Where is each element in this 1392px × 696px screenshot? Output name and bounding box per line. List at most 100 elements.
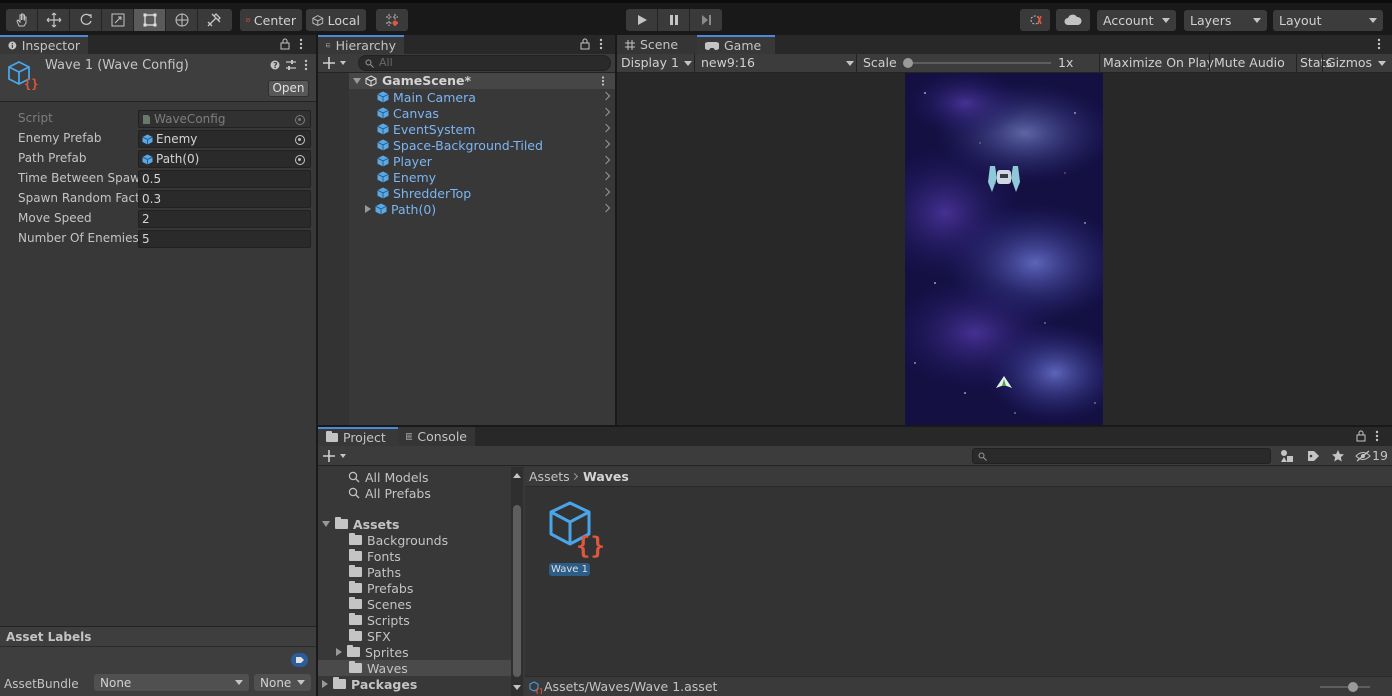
account-dropdown[interactable]: Account — [1097, 10, 1176, 31]
expand-arrow-icon[interactable] — [353, 78, 361, 84]
packages-root-folder[interactable]: Packages — [322, 676, 417, 692]
maximize-on-play-toggle[interactable]: Maximize On Play — [1103, 55, 1214, 70]
folder-paths[interactable]: Paths — [349, 564, 401, 580]
display-dropdown[interactable]: Display 1 — [617, 54, 695, 72]
chevron-right-icon[interactable] — [601, 155, 611, 165]
assetbundle-variant-dropdown[interactable]: None — [254, 674, 311, 691]
layers-dropdown[interactable]: Layers — [1184, 10, 1267, 31]
custom-tools-icon[interactable] — [198, 9, 230, 31]
scale-tool-icon[interactable] — [102, 9, 134, 31]
scroll-down-icon[interactable] — [513, 685, 521, 690]
breadcrumb-root[interactable]: Assets — [529, 469, 570, 484]
pivot-rotation-button[interactable]: Local — [306, 9, 366, 31]
kebab-menu-icon[interactable] — [1377, 38, 1381, 50]
gizmos-toggle[interactable]: Gizmos — [1326, 55, 1372, 70]
transform-tool-icon[interactable] — [166, 9, 198, 31]
favorite-star-icon[interactable] — [1331, 449, 1345, 463]
hierarchy-item-path[interactable]: Path(0) — [365, 201, 615, 217]
chevron-right-icon[interactable] — [601, 187, 611, 197]
presets-icon[interactable] — [285, 59, 297, 71]
object-picker-icon[interactable] — [295, 155, 305, 165]
lock-icon[interactable] — [1356, 430, 1366, 442]
expand-arrow-icon[interactable] — [336, 648, 342, 656]
asset-wave-1[interactable]: {} Wave 1 — [545, 500, 613, 576]
favorites-all-models[interactable]: All Models — [348, 469, 429, 485]
chevron-down-icon[interactable] — [1378, 61, 1386, 66]
hierarchy-item-shreddertop[interactable]: ShredderTop — [377, 185, 615, 201]
folder-backgrounds[interactable]: Backgrounds — [349, 532, 448, 548]
enemy-prefab-field[interactable]: Enemy — [138, 130, 311, 148]
aspect-dropdown[interactable]: new9:16 — [697, 54, 857, 72]
project-search-input[interactable] — [972, 448, 1271, 464]
tab-game[interactable]: Game — [697, 35, 775, 54]
chevron-right-icon[interactable] — [601, 107, 611, 117]
hierarchy-item-canvas[interactable]: Canvas — [377, 105, 615, 121]
create-asset-button[interactable] — [323, 449, 349, 463]
folder-prefabs[interactable]: Prefabs — [349, 580, 413, 596]
folder-sfx[interactable]: SFX — [349, 628, 391, 644]
expand-arrow-icon[interactable] — [322, 680, 328, 688]
chevron-right-icon[interactable] — [601, 171, 611, 181]
tab-inspector[interactable]: Inspector — [0, 35, 88, 54]
open-button[interactable]: Open — [268, 80, 309, 97]
folder-scenes[interactable]: Scenes — [349, 596, 412, 612]
kebab-menu-icon[interactable] — [299, 38, 303, 50]
chevron-right-icon[interactable] — [601, 139, 611, 149]
scrollbar-thumb[interactable] — [513, 505, 521, 677]
pivot-mode-button[interactable]: Center — [240, 9, 302, 31]
move-tool-icon[interactable] — [38, 9, 70, 31]
folder-scripts[interactable]: Scripts — [349, 612, 410, 628]
folder-sprites[interactable]: Sprites — [336, 644, 409, 660]
kebab-menu-icon[interactable] — [1375, 430, 1379, 442]
path-prefab-field[interactable]: Path(0) — [138, 150, 311, 168]
move-speed-field[interactable]: 2 — [138, 210, 311, 228]
collab-button[interactable] — [1020, 9, 1050, 31]
object-picker-icon[interactable] — [295, 135, 305, 145]
hand-tool-icon[interactable] — [6, 9, 38, 31]
spawn-random-factor-field[interactable]: 0.3 — [138, 190, 311, 208]
tab-console[interactable]: Console — [398, 427, 475, 446]
lock-icon[interactable] — [580, 38, 590, 50]
kebab-menu-icon[interactable] — [304, 59, 308, 71]
game-viewport[interactable] — [905, 73, 1103, 425]
scroll-up-icon[interactable] — [513, 473, 521, 478]
help-icon[interactable]: ? — [270, 60, 280, 70]
icon-size-slider-track[interactable] — [1320, 686, 1370, 688]
expand-arrow-icon[interactable] — [365, 205, 371, 213]
search-by-label-icon[interactable] — [1306, 449, 1320, 463]
add-object-button[interactable] — [323, 56, 349, 70]
scale-slider-thumb[interactable] — [903, 58, 913, 68]
cloud-button[interactable] — [1056, 9, 1090, 31]
scale-slider-track[interactable] — [907, 62, 1051, 64]
hierarchy-search-input[interactable]: All — [358, 55, 611, 71]
scene-header-row[interactable]: GameScene* — [349, 73, 615, 89]
search-by-type-icon[interactable] — [1280, 449, 1294, 463]
step-icon[interactable] — [690, 9, 722, 31]
hierarchy-item-space-background[interactable]: Space-Background-Tiled — [377, 137, 615, 153]
mute-audio-toggle[interactable]: Mute Audio — [1214, 55, 1285, 70]
icon-size-slider-thumb[interactable] — [1348, 682, 1358, 692]
hierarchy-item-eventsystem[interactable]: EventSystem — [377, 121, 615, 137]
hidden-packages-icon[interactable] — [1355, 450, 1371, 462]
tab-project[interactable]: Project — [318, 427, 398, 446]
chevron-right-icon[interactable] — [601, 123, 611, 133]
number-of-enemies-field[interactable]: 5 — [138, 230, 311, 248]
chevron-right-icon[interactable] — [601, 91, 611, 101]
folder-waves[interactable]: Waves — [349, 660, 408, 676]
tab-scene[interactable]: Scene — [617, 35, 697, 54]
time-between-spawns-field[interactable]: 0.5 — [138, 170, 311, 188]
play-icon[interactable] — [626, 9, 658, 31]
tab-hierarchy[interactable]: Hierarchy — [318, 35, 404, 54]
hierarchy-item-main-camera[interactable]: Main Camera — [377, 89, 615, 105]
hierarchy-item-player[interactable]: Player — [377, 153, 615, 169]
expand-arrow-icon[interactable] — [322, 521, 330, 527]
label-tag-icon[interactable] — [291, 653, 308, 667]
folder-fonts[interactable]: Fonts — [349, 548, 401, 564]
kebab-menu-icon[interactable] — [599, 38, 603, 50]
favorites-all-prefabs[interactable]: All Prefabs — [348, 485, 431, 501]
pause-icon[interactable] — [658, 9, 690, 31]
chevron-right-icon[interactable] — [601, 203, 611, 213]
assetbundle-dropdown[interactable]: None — [94, 674, 249, 691]
grid-snap-button[interactable] — [376, 9, 408, 31]
rect-tool-icon[interactable] — [134, 9, 166, 31]
